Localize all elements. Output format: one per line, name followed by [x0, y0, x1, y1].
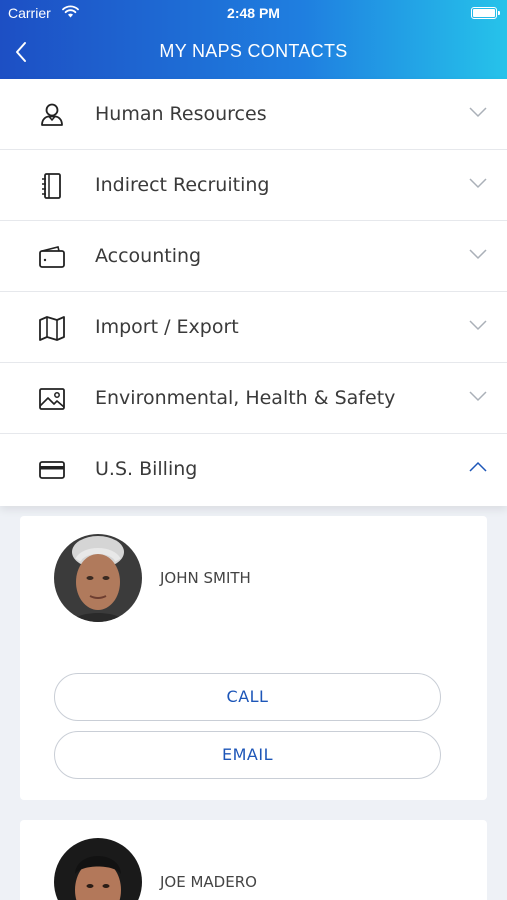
- person-icon: [41, 103, 63, 126]
- category-accounting[interactable]: Accounting: [0, 221, 507, 292]
- contact-card: JOE MADERO: [20, 820, 487, 900]
- category-label: Indirect Recruiting: [95, 174, 270, 196]
- image-icon: [39, 388, 65, 410]
- category-label: U.S. Billing: [95, 458, 198, 480]
- avatar: [54, 838, 142, 900]
- chevron-down-icon: [469, 391, 487, 402]
- page-title: MY NAPS CONTACTS: [159, 41, 348, 61]
- category-us-billing[interactable]: U.S. Billing: [0, 434, 507, 506]
- category-label: Environmental, Health & Safety: [95, 387, 396, 409]
- call-button[interactable]: CALL: [54, 673, 441, 721]
- contact-category-list: Human Resources Indirect Recruiting Acco…: [0, 79, 507, 506]
- chevron-down-icon: [469, 320, 487, 331]
- chevron-down-icon: [469, 107, 487, 118]
- chevron-down-icon: [469, 178, 487, 189]
- credit-card-icon: [39, 461, 65, 479]
- contact-card: JOHN SMITH CALL EMAIL: [20, 516, 487, 800]
- contact-name: JOE MADERO: [160, 873, 257, 891]
- chevron-down-icon: [469, 249, 487, 260]
- status-bar: Carrier 2:48 PM: [0, 0, 507, 26]
- app-header: Carrier 2:48 PM MY NAPS CONTACTS: [0, 0, 507, 79]
- category-label: Accounting: [95, 245, 202, 267]
- contact-name: JOHN SMITH: [160, 569, 251, 587]
- category-label: Import / Export: [95, 316, 239, 338]
- chevron-up-icon: [469, 461, 487, 472]
- status-time: 2:48 PM: [227, 5, 280, 21]
- category-import-export[interactable]: Import / Export: [0, 292, 507, 363]
- category-human-resources[interactable]: Human Resources: [0, 79, 507, 150]
- category-label: Human Resources: [95, 103, 267, 125]
- avatar: [54, 534, 142, 622]
- wallet-icon: [39, 246, 65, 268]
- category-indirect-recruiting[interactable]: Indirect Recruiting: [0, 150, 507, 221]
- map-icon: [39, 316, 65, 341]
- email-button[interactable]: EMAIL: [54, 731, 441, 779]
- battery-icon: [471, 7, 500, 19]
- notebook-icon: [42, 173, 61, 199]
- category-environmental-health-safety[interactable]: Environmental, Health & Safety: [0, 363, 507, 434]
